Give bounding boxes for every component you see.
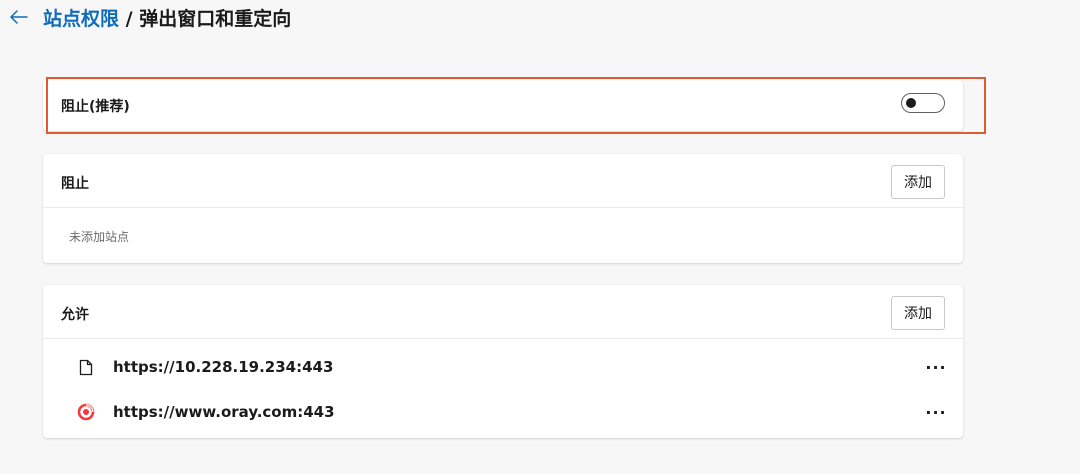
more-options-button[interactable]: ··· — [923, 400, 949, 424]
page-title: 站点权限 / 弹出窗口和重定向 — [43, 2, 291, 36]
block-recommended-toggle[interactable] — [901, 93, 945, 113]
more-options-button[interactable]: ··· — [923, 355, 949, 379]
breadcrumb-current: 弹出窗口和重定向 — [139, 8, 292, 30]
allow-add-button[interactable]: 添加 — [891, 296, 945, 330]
site-url: https://10.228.19.234:443 — [113, 358, 334, 376]
list-item: https://www.oray.com:443 ··· — [43, 392, 963, 432]
allow-list-header: 允许 添加 — [43, 285, 963, 339]
site-url: https://www.oray.com:443 — [113, 403, 335, 421]
block-list-title: 阻止 — [61, 176, 89, 192]
block-recommended-card: 阻止(推荐) — [43, 80, 963, 131]
toggle-knob — [906, 98, 916, 108]
list-item: https://10.228.19.234:443 ··· — [43, 347, 963, 387]
file-icon — [77, 358, 95, 376]
allow-list-title: 允许 — [61, 307, 89, 323]
breadcrumb-separator: / — [119, 8, 140, 30]
block-list-header: 阻止 添加 — [43, 154, 963, 208]
oray-logo-icon — [77, 403, 95, 421]
block-list-card: 阻止 添加 未添加站点 — [43, 154, 963, 263]
arrow-left-icon — [10, 10, 28, 24]
allow-list-card: 允许 添加 https://10.228.19.234:443 ··· http… — [43, 285, 963, 438]
block-add-button[interactable]: 添加 — [891, 165, 945, 199]
block-recommended-label: 阻止(推荐) — [61, 99, 130, 115]
block-empty-text: 未添加站点 — [69, 230, 130, 244]
back-button[interactable] — [6, 4, 32, 30]
breadcrumb-site-permissions[interactable]: 站点权限 — [43, 8, 119, 30]
